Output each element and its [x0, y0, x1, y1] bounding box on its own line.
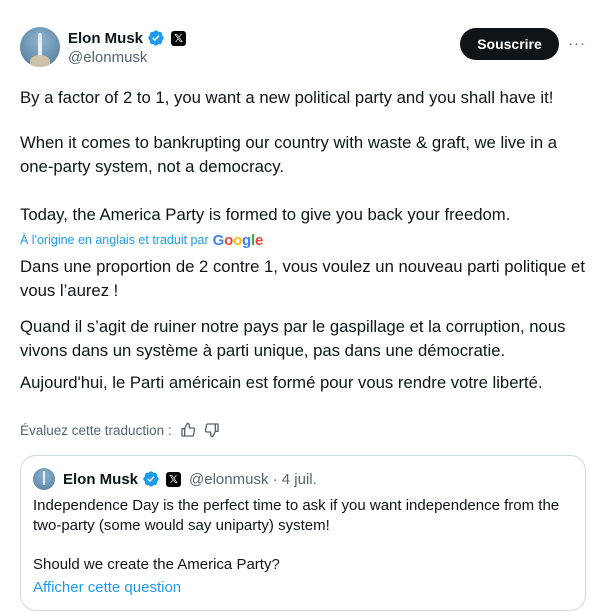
translated-paragraph-3: Aujourd'hui, le Parti américain est form…	[20, 373, 543, 392]
tweet-header: Elon Musk 𝕏 @elonmusk Souscrire ···	[20, 27, 585, 69]
translated-paragraph-2: Quand il s’agit de ruiner notre pays par…	[20, 317, 566, 360]
thumbs-down-icon[interactable]	[204, 422, 220, 438]
verified-badge-icon	[143, 471, 159, 487]
tweet-paragraph-3: Today, the America Party is formed to gi…	[20, 205, 511, 224]
tweet-paragraph-1: By a factor of 2 to 1, you want a new po…	[20, 88, 554, 107]
translation-note: À l'origine en anglais et traduit par	[20, 233, 209, 247]
verified-badge-icon[interactable]	[147, 29, 165, 47]
author-avatar[interactable]	[20, 27, 60, 67]
author-handle[interactable]: @elonmusk	[68, 49, 186, 66]
translated-paragraph-1: Dans une proportion de 2 contre 1, vous …	[20, 257, 585, 300]
subscribe-button[interactable]: Souscrire	[460, 28, 559, 60]
google-logo: Google	[212, 231, 264, 249]
rate-translation: Évaluez cette traduction :	[20, 420, 220, 440]
quoted-tweet[interactable]: Elon Musk 𝕏 @elonmusk · 4 juil. Independ…	[20, 455, 586, 611]
tweet-paragraph-2: When it comes to bankrupting our country…	[20, 133, 558, 176]
rate-translation-label: Évaluez cette traduction :	[20, 422, 172, 438]
x-logo-icon[interactable]: 𝕏	[171, 30, 187, 46]
show-question-link[interactable]: Afficher cette question	[33, 579, 181, 596]
thumbs-up-icon[interactable]	[180, 422, 196, 438]
quoted-handle-date: @elonmusk · 4 juil.	[189, 470, 317, 488]
author-names: Elon Musk 𝕏 @elonmusk	[68, 28, 187, 66]
quoted-author-avatar	[33, 468, 55, 490]
quoted-tweet-header: Elon Musk 𝕏 @elonmusk · 4 juil.	[33, 468, 317, 490]
more-options-icon[interactable]: ···	[567, 33, 587, 53]
quoted-text-1: Independence Day is the perfect time to …	[33, 497, 560, 534]
translation-attribution[interactable]: À l'origine en anglais et traduit par Go…	[20, 230, 263, 250]
author-display-name[interactable]: Elon Musk	[68, 30, 143, 47]
x-logo-icon: 𝕏	[166, 471, 182, 487]
quoted-text-2: Should we create the America Party?	[33, 556, 280, 573]
quoted-author-name: Elon Musk	[63, 470, 139, 488]
